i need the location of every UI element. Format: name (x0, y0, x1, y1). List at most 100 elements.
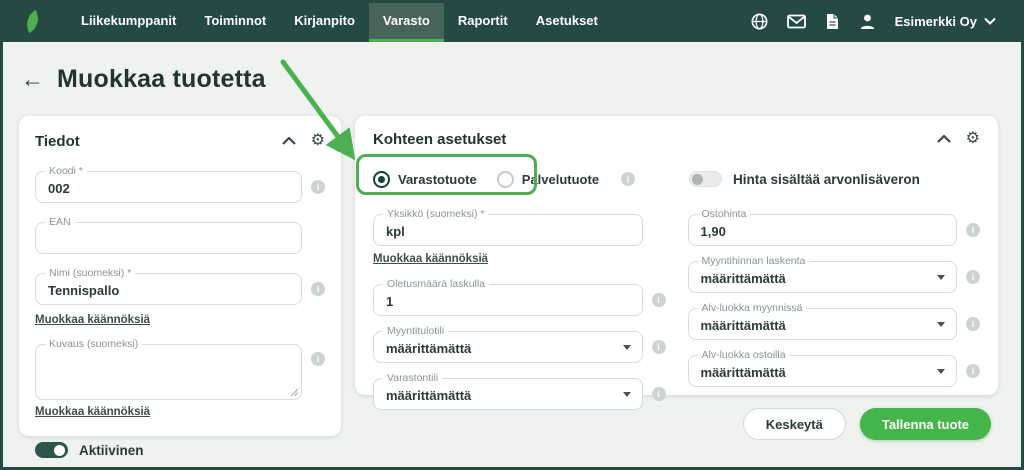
varastontili-label: Varastontili (383, 372, 442, 384)
ean-field-label: EAN (45, 216, 75, 228)
oletusmaara-field[interactable]: Oletusmäärä laskulla (373, 284, 643, 316)
kuvaus-textarea[interactable] (36, 345, 301, 399)
radio-varastotuote-label[interactable]: Varastotuote (398, 172, 477, 187)
active-toggle-label: Aktiivinen (79, 443, 144, 458)
ean-input[interactable] (36, 223, 301, 253)
myyntitulotili-label: Myyntitulotili (383, 325, 448, 337)
info-icon[interactable] (652, 340, 666, 354)
active-toggle[interactable] (35, 442, 68, 458)
radio-varastotuote[interactable] (373, 171, 390, 188)
info-icon[interactable] (966, 364, 980, 378)
kohteen-left-column: Yksikkö (suomeksi) * Muokkaa käännöksiä … (373, 206, 666, 410)
koodi-field[interactable]: Koodi * (35, 171, 302, 203)
mail-icon[interactable] (787, 14, 806, 29)
top-navbar: Liikekumppanit Toiminnot Kirjanpito Vara… (0, 0, 1024, 42)
app-logo-leaf-icon[interactable] (21, 9, 44, 32)
info-icon[interactable] (966, 270, 980, 284)
kohteen-card-title: Kohteen asetukset (373, 131, 506, 148)
dropdown-caret-icon (937, 369, 945, 374)
nav-item-varasto[interactable]: Varasto (369, 0, 444, 42)
varastontili-dropdown[interactable]: Varastontili määrittämättä (373, 378, 643, 410)
resize-handle-icon[interactable] (290, 388, 298, 396)
kuvaus-field-label: Kuvaus (suomeksi) (45, 338, 142, 350)
dropdown-caret-icon (937, 322, 945, 327)
company-selector[interactable]: Esimerkki Oy (895, 14, 996, 29)
kohteen-right-column: Ostohinta Myyntihinnan laskenta määrittä… (688, 206, 981, 410)
cancel-button[interactable]: Keskeytä (743, 408, 846, 440)
gear-icon[interactable]: ⚙ (311, 133, 325, 149)
dropdown-caret-icon (623, 345, 631, 350)
nav-item-asetukset[interactable]: Asetukset (522, 0, 612, 42)
edit-translations-link[interactable]: Muokkaa käännöksiä (35, 406, 150, 418)
myyntitulotili-dropdown[interactable]: Myyntitulotili määrittämättä (373, 331, 643, 363)
document-icon[interactable] (825, 13, 840, 30)
nav-item-raportit[interactable]: Raportit (444, 0, 522, 42)
tiedot-card-header: Tiedot ⚙ (35, 130, 325, 152)
vat-toggle-label: Hinta sisältää arvonlisäveron (733, 172, 920, 187)
kuvaus-field-row: Kuvaus (suomeksi) (35, 344, 325, 400)
alv-luokka-ostoilla-dropdown[interactable]: Alv-luokka ostoilla määrittämättä (688, 355, 958, 387)
kuvaus-field[interactable]: Kuvaus (suomeksi) (35, 344, 302, 400)
tiedot-card: Tiedot ⚙ Koodi * EAN Nimi (suomeksi) * (19, 116, 341, 436)
info-icon[interactable] (621, 172, 635, 186)
myyntihinnan-laskenta-dropdown[interactable]: Myyntihinnan laskenta määrittämättä (688, 261, 958, 293)
globe-icon[interactable] (751, 13, 768, 30)
alv-luokka-myynnissa-label: Alv-luokka myynnissä (698, 302, 807, 314)
info-icon[interactable] (311, 180, 325, 194)
nav-item-kirjanpito[interactable]: Kirjanpito (280, 0, 369, 42)
collapse-chevron-up-icon[interactable] (937, 135, 951, 143)
dropdown-caret-icon (937, 275, 945, 280)
info-icon[interactable] (311, 352, 325, 366)
radio-palvelutuote-label[interactable]: Palvelutuote (522, 172, 599, 187)
oletusmaara-field-label: Oletusmäärä laskulla (383, 278, 489, 290)
company-name: Esimerkki Oy (895, 14, 977, 29)
info-icon[interactable] (311, 282, 325, 296)
info-icon[interactable] (966, 223, 980, 237)
yksikko-field[interactable]: Yksikkö (suomeksi) * (373, 214, 643, 246)
product-type-radio-group: Varastotuote Palvelutuote Hinta sisältää… (373, 164, 980, 194)
nimi-field-label: Nimi (suomeksi) * (45, 267, 135, 279)
user-icon[interactable] (859, 13, 876, 30)
form-actions: Keskeytä Tallenna tuote (743, 408, 991, 440)
ostohinta-field-label: Ostohinta (698, 208, 751, 220)
alv-luokka-ostoilla-field-row: Alv-luokka ostoilla määrittämättä (688, 355, 981, 387)
collapse-chevron-up-icon[interactable] (282, 137, 296, 145)
active-toggle-row: Aktiivinen (35, 442, 325, 458)
alv-luokka-myynnissa-dropdown[interactable]: Alv-luokka myynnissä määrittämättä (688, 308, 958, 340)
ostohinta-field[interactable]: Ostohinta (688, 214, 958, 246)
save-product-button[interactable]: Tallenna tuote (860, 408, 991, 440)
back-button[interactable]: ← (21, 68, 44, 91)
nav-item-liikekumppanit[interactable]: Liikekumppanit (67, 0, 190, 42)
edit-translations-link[interactable]: Muokkaa käännöksiä (35, 314, 150, 326)
dropdown-caret-icon (623, 392, 631, 397)
main-navigation: Liikekumppanit Toiminnot Kirjanpito Vara… (67, 0, 612, 42)
chevron-down-icon (984, 17, 996, 25)
navbar-right-tools: Esimerkki Oy (751, 13, 996, 30)
vat-toggle[interactable] (689, 171, 722, 187)
radio-palvelutuote[interactable] (497, 171, 514, 188)
gear-icon[interactable]: ⚙ (966, 131, 980, 147)
alv-luokka-ostoilla-label: Alv-luokka ostoilla (698, 349, 790, 361)
info-icon[interactable] (652, 293, 666, 307)
kohteen-asetukset-card: Kohteen asetukset ⚙ Varastotuote Palvelu… (355, 116, 998, 395)
myyntihinnan-laskenta-label: Myyntihinnan laskenta (698, 255, 810, 267)
page-title: Muokkaa tuotetta (57, 65, 266, 94)
page-header: ← Muokkaa tuotetta (21, 65, 266, 94)
myyntitulotili-field-row: Myyntitulotili määrittämättä (373, 331, 666, 363)
edit-translations-link[interactable]: Muokkaa käännöksiä (373, 253, 488, 265)
app-window: Liikekumppanit Toiminnot Kirjanpito Vara… (0, 0, 1024, 470)
info-icon[interactable] (966, 317, 980, 331)
nimi-field-row: Nimi (suomeksi) * (35, 273, 325, 305)
nimi-field[interactable]: Nimi (suomeksi) * (35, 273, 302, 305)
yksikko-field-label: Yksikkö (suomeksi) * (383, 208, 488, 220)
koodi-field-row: Koodi * (35, 171, 325, 203)
tiedot-card-title: Tiedot (35, 133, 80, 150)
info-icon[interactable] (652, 387, 666, 401)
nav-item-toiminnot[interactable]: Toiminnot (190, 0, 280, 42)
vat-toggle-row: Hinta sisältää arvonlisäveron (689, 164, 920, 194)
oletusmaara-field-row: Oletusmäärä laskulla (373, 284, 666, 316)
koodi-field-label: Koodi * (45, 165, 87, 177)
ean-field[interactable]: EAN (35, 222, 302, 254)
myyntihinnan-laskenta-field-row: Myyntihinnan laskenta määrittämättä (688, 261, 981, 293)
yksikko-field-row: Yksikkö (suomeksi) * (373, 214, 666, 246)
